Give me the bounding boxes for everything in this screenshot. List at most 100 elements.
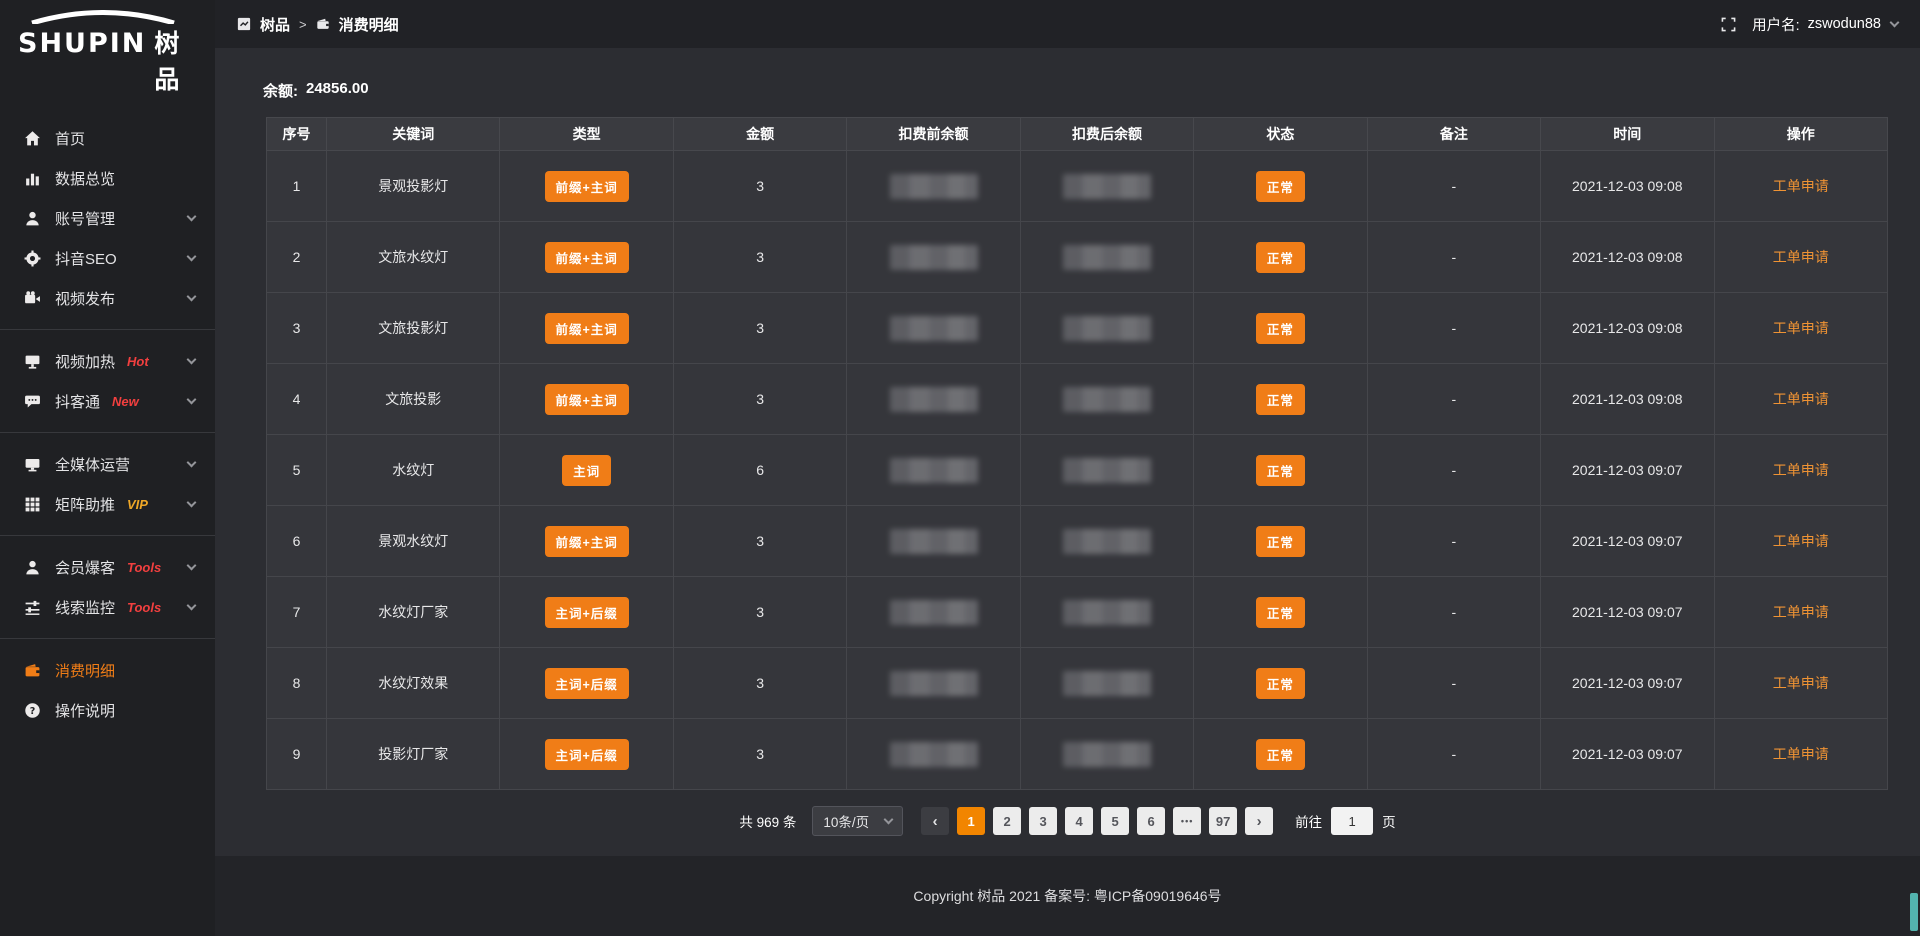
work-order-link[interactable]: 工单申请 [1773, 533, 1829, 549]
page-button-6[interactable]: 6 [1137, 807, 1165, 835]
sidebar-item-video-heating[interactable]: 视频加热 Hot [0, 341, 215, 381]
cell-type: 前缀+主词 [500, 293, 673, 364]
type-badge: 主词+后缀 [545, 597, 629, 628]
brand-name-en: SHUPIN [18, 28, 146, 59]
cell-keyword: 水纹灯厂家 [327, 577, 500, 648]
work-order-link[interactable]: 工单申请 [1773, 675, 1829, 691]
col-status: 状态 [1194, 118, 1367, 151]
page-size-value: 10条/页 [823, 811, 869, 831]
sidebar-item-label: 线索监控 [55, 597, 115, 618]
page-size-select[interactable]: 10条/页 [812, 806, 903, 836]
cell-type: 前缀+主词 [500, 364, 673, 435]
sidebar-item-label: 全媒体运营 [55, 454, 130, 475]
cell-remark: - [1367, 293, 1540, 364]
home-icon [24, 130, 41, 147]
cell-remark: - [1367, 648, 1540, 719]
work-order-link[interactable]: 工单申请 [1773, 320, 1829, 336]
goto-page-input[interactable] [1331, 807, 1373, 835]
work-order-link[interactable]: 工单申请 [1773, 604, 1829, 620]
cell-balance-after [1020, 222, 1193, 293]
work-order-link[interactable]: 工单申请 [1773, 249, 1829, 265]
new-tag: New [112, 394, 139, 409]
col-keyword: 关键词 [327, 118, 500, 151]
page-button-2[interactable]: 2 [993, 807, 1021, 835]
sidebar-item-video-publish[interactable]: 视频发布 [0, 278, 215, 318]
sidebar-item-member-burst[interactable]: 会员爆客 Tools [0, 547, 215, 587]
cell-balance-after [1020, 719, 1193, 790]
cell-index: 2 [267, 222, 327, 293]
sidebar-divider [0, 638, 215, 639]
page-button-1[interactable]: 1 [957, 807, 985, 835]
sidebar-divider [0, 329, 215, 330]
ellipsis-button[interactable]: ••• [1173, 807, 1201, 835]
next-page-button[interactable]: › [1245, 807, 1273, 835]
cell-balance-before [847, 293, 1020, 364]
username-label: 用户名: [1752, 14, 1800, 35]
cell-amount: 3 [673, 506, 846, 577]
cell-balance-after [1020, 506, 1193, 577]
redacted-value [890, 387, 978, 412]
redacted-value [1063, 458, 1151, 483]
cell-remark: - [1367, 151, 1540, 222]
chevron-down-icon [187, 394, 197, 404]
cell-remark: - [1367, 577, 1540, 648]
sidebar-item-instructions[interactable]: ? 操作说明 [0, 690, 215, 730]
sidebar-item-douketong[interactable]: 抖客通 New [0, 381, 215, 421]
cell-balance-after [1020, 293, 1193, 364]
wallet-icon [24, 662, 41, 679]
sidebar-item-lead-monitor[interactable]: 线索监控 Tools [0, 587, 215, 627]
cell-time: 2021-12-03 09:07 [1541, 435, 1714, 506]
work-order-link[interactable]: 工单申请 [1773, 462, 1829, 478]
type-badge: 前缀+主词 [545, 171, 629, 202]
table-row: 8 水纹灯效果 主词+后缀 3 正常 - 2021-12-03 09:07 工单… [267, 648, 1888, 719]
status-badge: 正常 [1256, 668, 1305, 699]
redacted-value [1063, 671, 1151, 696]
sidebar-item-home[interactable]: 首页 [0, 118, 215, 158]
user-menu[interactable]: 用户名: zswodun88 [1752, 14, 1898, 35]
work-order-link[interactable]: 工单申请 [1773, 746, 1829, 762]
goto-page: 前往 页 [1295, 807, 1396, 835]
redacted-value [1063, 245, 1151, 270]
cell-status: 正常 [1194, 435, 1367, 506]
work-order-link[interactable]: 工单申请 [1773, 391, 1829, 407]
sidebar-item-label: 消费明细 [55, 660, 115, 681]
cell-type: 主词 [500, 435, 673, 506]
cell-action: 工单申请 [1714, 222, 1888, 293]
cell-amount: 3 [673, 719, 846, 790]
scrollbar-thumb[interactable] [1910, 893, 1918, 931]
sidebar-item-label: 视频加热 [55, 351, 115, 372]
cell-remark: - [1367, 364, 1540, 435]
sidebar-item-omnimedia-operation[interactable]: 全媒体运营 [0, 444, 215, 484]
page-button-3[interactable]: 3 [1029, 807, 1057, 835]
redacted-value [890, 600, 978, 625]
sidebar-item-matrix-boost[interactable]: 矩阵助推 VIP [0, 484, 215, 524]
status-badge: 正常 [1256, 171, 1305, 202]
sidebar-item-douyin-seo[interactable]: 抖音SEO [0, 238, 215, 278]
cell-action: 工单申请 [1714, 151, 1888, 222]
cell-time: 2021-12-03 09:07 [1541, 577, 1714, 648]
prev-page-button[interactable]: ‹ [921, 807, 949, 835]
page-button-4[interactable]: 4 [1065, 807, 1093, 835]
work-order-link[interactable]: 工单申请 [1773, 178, 1829, 194]
type-badge: 主词 [562, 455, 611, 486]
status-badge: 正常 [1256, 313, 1305, 344]
breadcrumb-item-current[interactable]: 消费明细 [339, 14, 399, 35]
fullscreen-icon[interactable] [1721, 17, 1736, 32]
sidebar-item-data-overview[interactable]: 数据总览 [0, 158, 215, 198]
cell-remark: - [1367, 222, 1540, 293]
brand-logo: SHUPIN 树品 [0, 0, 215, 102]
question-circle-icon: ? [24, 702, 41, 719]
table-row: 9 投影灯厂家 主词+后缀 3 正常 - 2021-12-03 09:07 工单… [267, 719, 1888, 790]
breadcrumb-item-root[interactable]: 树品 [260, 14, 290, 35]
redacted-value [890, 529, 978, 554]
brand-name-cn: 树品 [154, 24, 197, 96]
topbar: 树品 > 消费明细 用户名: zswodun88 [215, 0, 1920, 48]
cell-type: 主词+后缀 [500, 577, 673, 648]
sidebar-item-account-management[interactable]: 账号管理 [0, 198, 215, 238]
sidebar-item-consumption-detail[interactable]: 消费明细 [0, 650, 215, 690]
chevron-down-icon [187, 560, 197, 570]
page-button-97[interactable]: 97 [1209, 807, 1237, 835]
cell-type: 前缀+主词 [500, 222, 673, 293]
table-row: 2 文旅水纹灯 前缀+主词 3 正常 - 2021-12-03 09:08 工单… [267, 222, 1888, 293]
page-button-5[interactable]: 5 [1101, 807, 1129, 835]
